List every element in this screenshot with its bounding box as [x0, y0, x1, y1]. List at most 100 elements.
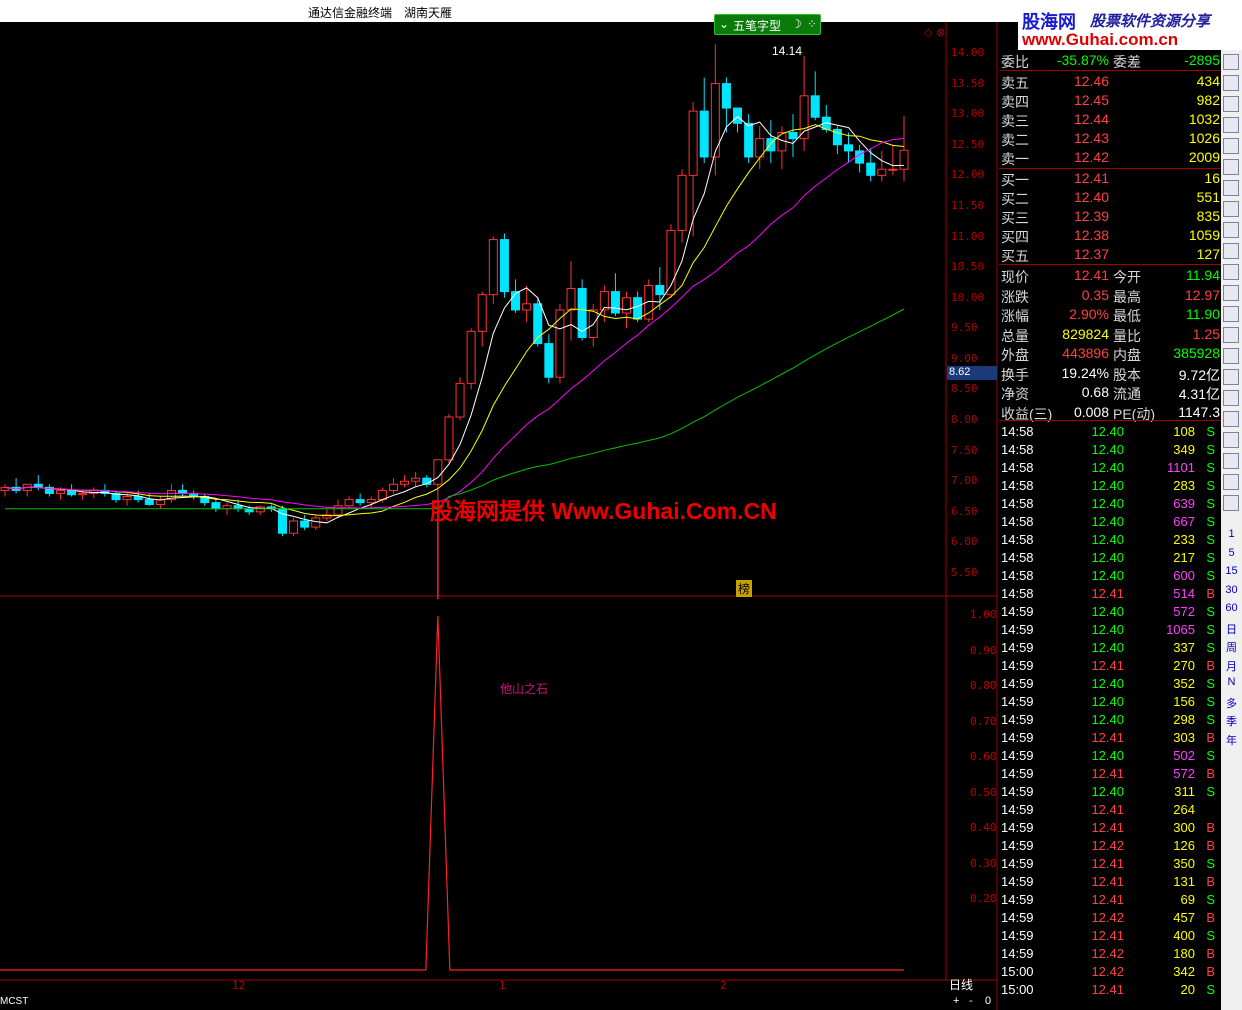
- toolbar-icon[interactable]: [1223, 75, 1239, 91]
- period-button[interactable]: 周: [1223, 639, 1240, 656]
- toolbar-icon[interactable]: [1223, 138, 1239, 154]
- tick-row[interactable]: 14:59 12.41 303 B: [999, 729, 1221, 747]
- tick-row[interactable]: 14:58 12.40 1101 S: [999, 459, 1221, 477]
- tick-row[interactable]: 14:59 12.40 502 S: [999, 747, 1221, 765]
- tick-row[interactable]: 14:58 12.40 639 S: [999, 495, 1221, 513]
- indicator-tick: 0.40: [970, 821, 997, 834]
- tick-row[interactable]: 14:59 12.41 131 B: [999, 873, 1221, 891]
- tick-row[interactable]: 14:59 12.41 350 S: [999, 855, 1221, 873]
- tick-price: 12.41: [1091, 892, 1124, 907]
- tick-row[interactable]: 14:58 12.40 233 S: [999, 531, 1221, 549]
- tick-volume: 502: [1173, 748, 1195, 763]
- tick-price: 12.40: [1091, 442, 1124, 457]
- period-button[interactable]: N: [1223, 676, 1240, 693]
- tick-row[interactable]: 14:59 12.42 126 B: [999, 837, 1221, 855]
- tick-row[interactable]: 14:59 12.41 400 S: [999, 927, 1221, 945]
- toolbar-icon[interactable]: [1223, 453, 1239, 469]
- toolbar-icon[interactable]: [1223, 432, 1239, 448]
- toolbar-icon[interactable]: [1223, 201, 1239, 217]
- toolbar-icon[interactable]: [1223, 474, 1239, 490]
- period-button[interactable]: 1: [1223, 528, 1240, 545]
- period-button[interactable]: 30: [1223, 584, 1240, 601]
- tick-row[interactable]: 14:58 12.40 600 S: [999, 567, 1221, 585]
- tick-volume: 131: [1173, 874, 1195, 889]
- toolbar-icon[interactable]: [1223, 306, 1239, 322]
- tick-row[interactable]: 14:58 12.40 108 S: [999, 423, 1221, 441]
- tick-row[interactable]: 14:58 12.40 217 S: [999, 549, 1221, 567]
- bang-badge[interactable]: 榜: [736, 580, 753, 597]
- tick-row[interactable]: 14:59 12.41 69 S: [999, 891, 1221, 909]
- tick-row[interactable]: 14:59 12.40 1065 S: [999, 621, 1221, 639]
- quote-text: 买三: [1001, 210, 1029, 226]
- period-button[interactable]: 季: [1223, 713, 1240, 730]
- toolbar-icon[interactable]: [1223, 96, 1239, 112]
- tick-row[interactable]: 14:59 12.40 337 S: [999, 639, 1221, 657]
- tick-row[interactable]: 14:59 12.42 180 B: [999, 945, 1221, 963]
- period-button[interactable]: 多: [1223, 695, 1240, 712]
- toolbar-icon[interactable]: [1223, 117, 1239, 133]
- toolbar-icon[interactable]: [1223, 495, 1239, 511]
- period-button[interactable]: 60: [1223, 602, 1240, 619]
- reset-button[interactable]: 0: [985, 995, 991, 1007]
- period-button[interactable]: 5: [1223, 547, 1240, 564]
- tick-price: 12.40: [1091, 496, 1124, 511]
- tick-row[interactable]: 14:59 12.41 270 B: [999, 657, 1221, 675]
- watermark: 股海网提供 Www.Guhai.Com.CN: [430, 498, 777, 524]
- close-icon[interactable]: ⊗: [936, 26, 945, 39]
- tick-side: S: [1206, 478, 1215, 493]
- tick-row[interactable]: 14:59 12.40 298 S: [999, 711, 1221, 729]
- period-button[interactable]: 15: [1223, 565, 1240, 582]
- toolbar-icon[interactable]: [1223, 411, 1239, 427]
- stat-row: 换手 19.24% 股本 9.72亿: [999, 364, 1221, 383]
- toolbar-icon[interactable]: [1223, 159, 1239, 175]
- right-toolbar: 1 5 15 30 60 日周月 N 多季年: [1221, 50, 1242, 1010]
- pattern-button[interactable]: ⌄ 五笔字型 ☽ ⁘: [714, 14, 821, 35]
- tick-row[interactable]: 15:00 12.41 20 S: [999, 981, 1221, 999]
- toolbar-icon[interactable]: [1223, 180, 1239, 196]
- bid-row: 买五 12.37 127: [999, 245, 1221, 264]
- toolbar-icon[interactable]: [1223, 327, 1239, 343]
- tick-row[interactable]: 14:59 12.41 264: [999, 801, 1221, 819]
- tick-row[interactable]: 14:59 12.41 572 B: [999, 765, 1221, 783]
- tick-row[interactable]: 14:58 12.40 283 S: [999, 477, 1221, 495]
- tick-price: 12.40: [1091, 694, 1124, 709]
- settings-icon[interactable]: ⁘: [807, 17, 817, 31]
- quote-text: 1.25: [1192, 325, 1220, 342]
- pattern-label[interactable]: 五笔字型: [733, 17, 781, 34]
- toolbar-icon[interactable]: [1223, 348, 1239, 364]
- zoom-out-button[interactable]: -: [969, 995, 973, 1007]
- period-button[interactable]: 年: [1223, 732, 1240, 749]
- tick-row[interactable]: 14:59 12.41 300 B: [999, 819, 1221, 837]
- moon-icon[interactable]: ☽: [791, 17, 802, 31]
- tick-side: S: [1206, 712, 1215, 727]
- toolbar-icon[interactable]: [1223, 285, 1239, 301]
- tick-row[interactable]: 14:59 12.42 457 B: [999, 909, 1221, 927]
- toolbar-icon[interactable]: [1223, 369, 1239, 385]
- zoom-in-button[interactable]: +: [953, 995, 959, 1007]
- tick-row[interactable]: 14:59 12.40 572 S: [999, 603, 1221, 621]
- tick-volume: 342: [1173, 964, 1195, 979]
- candle-body: [144, 499, 154, 505]
- toolbar-icon[interactable]: [1223, 222, 1239, 238]
- toolbar-icon[interactable]: [1223, 243, 1239, 259]
- tick-row[interactable]: 14:59 12.40 352 S: [999, 675, 1221, 693]
- period-button[interactable]: 日: [1223, 621, 1240, 638]
- tick-row[interactable]: 14:58 12.40 349 S: [999, 441, 1221, 459]
- toolbar-icon[interactable]: [1223, 390, 1239, 406]
- divider: [999, 70, 1221, 71]
- quote-text: 12.97: [1184, 286, 1220, 303]
- tick-row[interactable]: 14:59 12.40 311 S: [999, 783, 1221, 801]
- diamond-icon[interactable]: ◇: [924, 26, 932, 39]
- tick-row[interactable]: 15:00 12.42 342 B: [999, 963, 1221, 981]
- candle-body: [866, 162, 876, 176]
- period-button[interactable]: 月: [1223, 658, 1240, 675]
- tick-row[interactable]: 14:58 12.41 514 B: [999, 585, 1221, 603]
- x-label-feb: 2: [720, 979, 727, 992]
- toolbar-icon[interactable]: [1223, 54, 1239, 70]
- tick-row[interactable]: 14:58 12.40 667 S: [999, 513, 1221, 531]
- period-label[interactable]: 日线: [949, 976, 973, 993]
- toolbar-icon[interactable]: [1223, 264, 1239, 280]
- tick-row[interactable]: 14:59 12.40 156 S: [999, 693, 1221, 711]
- formula-name[interactable]: MCST: [0, 996, 28, 1007]
- chevron-down-icon[interactable]: ⌄: [719, 17, 729, 31]
